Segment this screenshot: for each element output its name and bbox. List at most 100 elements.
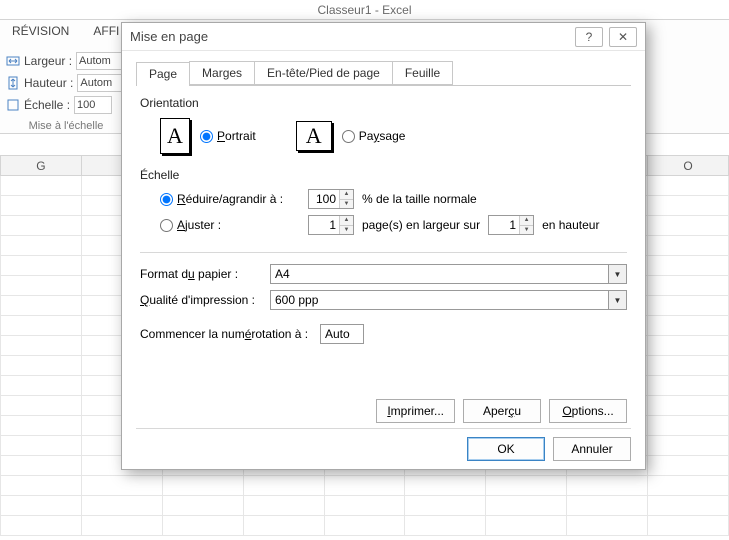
cell[interactable]	[567, 496, 648, 516]
table-row[interactable]	[1, 516, 729, 536]
cell[interactable]	[648, 296, 729, 316]
landscape-radio-input[interactable]	[342, 130, 355, 143]
cell[interactable]	[162, 476, 243, 496]
cell[interactable]	[405, 516, 486, 536]
cell[interactable]	[486, 476, 567, 496]
cell[interactable]	[648, 416, 729, 436]
col-header[interactable]: O	[648, 156, 729, 176]
cell[interactable]	[648, 316, 729, 336]
cell[interactable]	[1, 216, 82, 236]
ok-button[interactable]: OK	[467, 437, 545, 461]
tab-margins[interactable]: Marges	[189, 61, 255, 85]
fit-to-radio[interactable]: Ajuster :	[160, 218, 300, 232]
first-page-number-input[interactable]	[320, 324, 364, 344]
preview-button[interactable]: Aperçu	[463, 399, 541, 423]
cell[interactable]	[648, 176, 729, 196]
cell[interactable]	[405, 496, 486, 516]
cell[interactable]	[405, 476, 486, 496]
cell[interactable]	[648, 216, 729, 236]
cell[interactable]	[648, 476, 729, 496]
cell[interactable]	[162, 516, 243, 536]
cell[interactable]	[81, 476, 162, 496]
cell[interactable]	[243, 496, 324, 516]
cell[interactable]	[1, 456, 82, 476]
fit-to-radio-input[interactable]	[160, 219, 173, 232]
options-button[interactable]: Options...	[549, 399, 627, 423]
cell[interactable]	[1, 476, 82, 496]
cell[interactable]	[1, 316, 82, 336]
cell[interactable]	[648, 256, 729, 276]
cell[interactable]	[1, 236, 82, 256]
cell[interactable]	[324, 516, 405, 536]
cell[interactable]	[648, 356, 729, 376]
help-button[interactable]: ?	[575, 27, 603, 47]
cell[interactable]	[648, 436, 729, 456]
cell[interactable]	[81, 496, 162, 516]
cell[interactable]	[1, 296, 82, 316]
cell[interactable]	[567, 516, 648, 536]
cell[interactable]	[648, 196, 729, 216]
fit-wide-input[interactable]	[309, 216, 339, 234]
cell[interactable]	[648, 496, 729, 516]
cell[interactable]	[1, 416, 82, 436]
cell[interactable]	[1, 376, 82, 396]
cell[interactable]	[567, 476, 648, 496]
cell[interactable]	[1, 396, 82, 416]
cell[interactable]	[1, 356, 82, 376]
fit-wide-spinner[interactable]: ▲▼	[308, 215, 354, 235]
cell[interactable]	[1, 256, 82, 276]
cell[interactable]	[648, 456, 729, 476]
cell[interactable]	[1, 436, 82, 456]
chevron-down-icon[interactable]: ▼	[608, 265, 626, 283]
cell[interactable]	[648, 516, 729, 536]
cell[interactable]	[162, 496, 243, 516]
reduce-enlarge-radio[interactable]: Réduire/agrandir à :	[160, 192, 300, 206]
cell[interactable]	[648, 376, 729, 396]
cell[interactable]	[243, 516, 324, 536]
cell[interactable]	[81, 516, 162, 536]
cell[interactable]	[324, 476, 405, 496]
landscape-radio[interactable]: Paysage	[342, 129, 406, 143]
cell[interactable]	[1, 276, 82, 296]
spin-up[interactable]: ▲	[340, 216, 353, 225]
ribbon-width-combo[interactable]: Autom	[76, 52, 122, 70]
cell[interactable]	[1, 516, 82, 536]
cancel-button[interactable]: Annuler	[553, 437, 631, 461]
cell[interactable]	[648, 336, 729, 356]
spin-up[interactable]: ▲	[520, 216, 533, 225]
tab-sheet[interactable]: Feuille	[392, 61, 453, 85]
close-button[interactable]: ✕	[609, 27, 637, 47]
cell[interactable]	[648, 236, 729, 256]
cell[interactable]	[486, 516, 567, 536]
cell[interactable]	[486, 496, 567, 516]
scale-percent-input[interactable]	[309, 190, 339, 208]
cell[interactable]	[1, 196, 82, 216]
cell[interactable]	[648, 276, 729, 296]
cell[interactable]	[243, 476, 324, 496]
col-header[interactable]: G	[1, 156, 82, 176]
spin-down[interactable]: ▼	[520, 225, 533, 235]
portrait-radio-input[interactable]	[200, 130, 213, 143]
dialog-titlebar[interactable]: Mise en page ? ✕	[122, 23, 645, 51]
cell[interactable]	[1, 336, 82, 356]
cell[interactable]	[324, 496, 405, 516]
print-button[interactable]: Imprimer...	[376, 399, 455, 423]
fit-tall-spinner[interactable]: ▲▼	[488, 215, 534, 235]
print-quality-combo[interactable]: 600 ppp ▼	[270, 290, 627, 310]
table-row[interactable]	[1, 476, 729, 496]
chevron-down-icon[interactable]: ▼	[608, 291, 626, 309]
tab-header-footer[interactable]: En-tête/Pied de page	[254, 61, 393, 85]
reduce-enlarge-radio-input[interactable]	[160, 193, 173, 206]
tab-page[interactable]: Page	[136, 62, 190, 86]
paper-size-combo[interactable]: A4 ▼	[270, 264, 627, 284]
fit-tall-input[interactable]	[489, 216, 519, 234]
ribbon-tab-revision[interactable]: RÉVISION	[12, 24, 69, 44]
ribbon-scale-spinner[interactable]: 100	[74, 96, 112, 114]
cell[interactable]	[1, 496, 82, 516]
ribbon-height-combo[interactable]: Autom	[77, 74, 123, 92]
scale-percent-spinner[interactable]: ▲▼	[308, 189, 354, 209]
cell[interactable]	[1, 176, 82, 196]
spin-down[interactable]: ▼	[340, 199, 353, 209]
spin-up[interactable]: ▲	[340, 190, 353, 199]
ribbon-tab-affichage[interactable]: AFFI	[93, 24, 119, 44]
